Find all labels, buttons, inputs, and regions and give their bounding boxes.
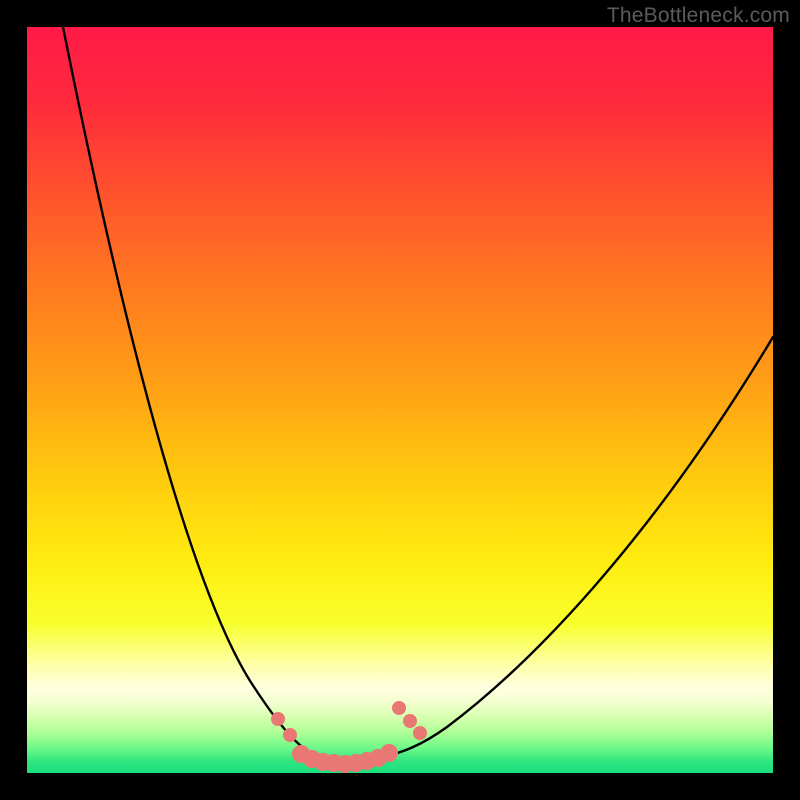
- curve-left-branch: [63, 27, 313, 755]
- bottleneck-curve-layer: [27, 27, 773, 773]
- data-marker: [392, 701, 406, 715]
- curve-right-branch: [382, 337, 773, 757]
- watermark-label: TheBottleneck.com: [607, 4, 790, 28]
- chart-frame: TheBottleneck.com: [0, 0, 800, 800]
- plot-area: [27, 27, 773, 773]
- data-marker: [283, 728, 297, 742]
- data-marker: [413, 726, 427, 740]
- data-marker: [380, 744, 398, 762]
- data-marker: [403, 714, 417, 728]
- marker-group: [271, 701, 427, 773]
- data-marker: [271, 712, 285, 726]
